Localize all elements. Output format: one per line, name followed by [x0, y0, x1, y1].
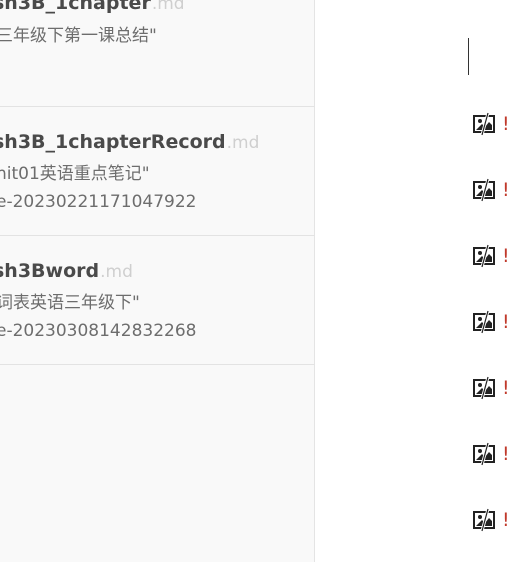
image-line[interactable]: ! [472, 442, 507, 468]
file-excerpt-line: nit01英语重点笔记" [0, 164, 150, 184]
file-item[interactable]: sh3Bword.md 词表英语三年级下" e-2023030814283226… [0, 236, 315, 365]
image-line[interactable]: ! [472, 244, 507, 270]
file-title: sh3Bword.md [0, 259, 133, 284]
image-alt-text: ! [502, 113, 507, 135]
file-name: sh3Bword [0, 260, 100, 282]
image-line[interactable]: ! [472, 112, 507, 138]
editor-pane[interactable]: !!!!!!! [316, 0, 507, 562]
file-item[interactable]: sh3B_1chapterRecord.md nit01英语重点笔记" e-20… [0, 107, 315, 236]
image-alt-text: ! [502, 245, 507, 267]
file-excerpt-line: 三年级下第一课总结" [0, 26, 157, 46]
file-title: sh3B_1chapterRecord.md [0, 130, 259, 155]
file-name: sh3B_1chapterRecord [0, 131, 226, 153]
broken-image-icon[interactable] [472, 376, 498, 404]
broken-image-icon[interactable] [472, 310, 498, 338]
file-name: sh3B_1chapter [0, 0, 151, 14]
broken-image-icon[interactable] [472, 442, 498, 470]
file-excerpt-line: e-20230308142832268 [0, 321, 197, 341]
file-excerpt-line: e-20230221171047922 [0, 192, 197, 212]
file-extension: .md [226, 133, 260, 153]
file-title: sh3B_1chapter.md [0, 0, 185, 16]
broken-image-icon[interactable] [472, 508, 498, 536]
image-alt-text: ! [502, 377, 507, 399]
file-extension: .md [100, 262, 133, 282]
image-alt-text: ! [502, 311, 507, 333]
file-item[interactable]: sh3B_1chapter.md 三年级下第一课总结" [0, 0, 315, 107]
broken-image-icon[interactable] [472, 112, 498, 140]
file-list-sidebar: sh3B_1chapter.md 三年级下第一课总结" sh3B_1chapte… [0, 0, 315, 562]
file-excerpt-line: 词表英语三年级下" [0, 293, 140, 313]
image-alt-text: ! [502, 179, 507, 201]
file-extension: .md [151, 0, 185, 14]
broken-image-icon[interactable] [472, 178, 498, 206]
image-alt-text: ! [502, 509, 507, 531]
image-line[interactable]: ! [472, 178, 507, 204]
image-line[interactable]: ! [472, 508, 507, 534]
image-line[interactable]: ! [472, 376, 507, 402]
image-alt-text: ! [502, 443, 507, 465]
text-cursor [468, 38, 469, 75]
broken-image-icon[interactable] [472, 244, 498, 272]
image-line[interactable]: ! [472, 310, 507, 336]
